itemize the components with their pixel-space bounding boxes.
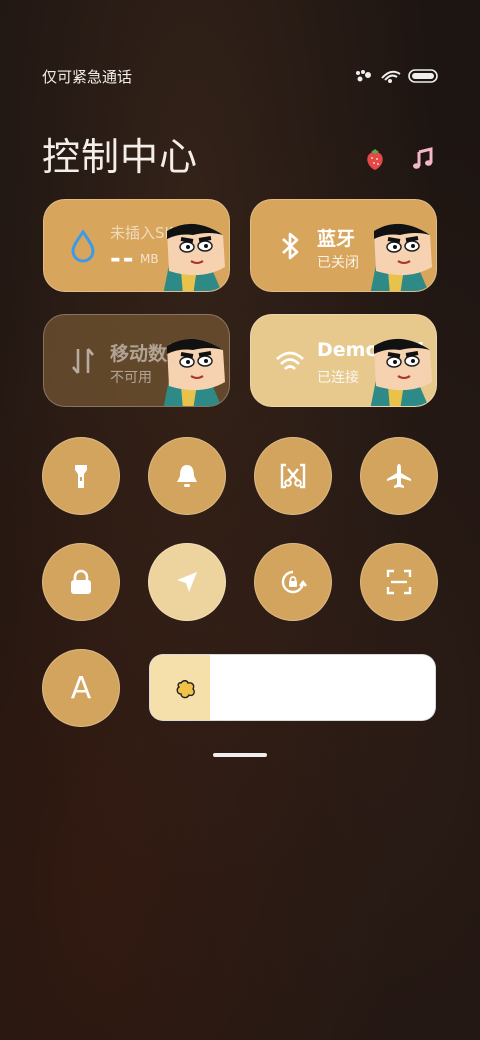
ring-mode-button[interactable]	[148, 437, 226, 515]
bluetooth-tile[interactable]: 蓝牙 已关闭	[250, 199, 437, 292]
lock-screen-button[interactable]	[42, 543, 120, 621]
mobile-data-tile[interactable]: 移动数据 不可用	[43, 314, 230, 407]
carrier-text: 仅可紧急通话	[42, 68, 133, 86]
wifi-sticker-icon	[381, 70, 401, 83]
rotation-lock-button[interactable]	[254, 543, 332, 621]
location-button[interactable]	[148, 543, 226, 621]
header-icons	[362, 146, 436, 172]
airplane-icon	[387, 464, 411, 488]
wifi-icon	[276, 351, 304, 370]
cartoon-character-sticker	[163, 223, 225, 291]
music-note-icon[interactable]	[410, 146, 436, 172]
mobile-data-status: 不可用	[110, 370, 152, 386]
data-transfer-icon	[72, 348, 94, 374]
paw-sticker-icon	[356, 70, 371, 82]
flashlight-icon	[75, 465, 87, 488]
status-bar: 仅可紧急通话	[42, 66, 438, 86]
rotation-lock-icon	[281, 570, 307, 594]
page-title: 控制中心	[42, 135, 199, 179]
cartoon-character-sticker	[163, 338, 225, 406]
brightness-slider[interactable]	[149, 654, 436, 721]
water-drop-icon	[71, 229, 95, 263]
font-letter-label: A	[70, 670, 92, 706]
airplane-mode-button[interactable]	[360, 437, 438, 515]
home-indicator[interactable]	[213, 753, 267, 757]
scan-icon	[386, 569, 412, 595]
lock-icon	[71, 569, 91, 594]
screenshot-icon	[280, 463, 306, 489]
bluetooth-status: 已关闭	[317, 255, 359, 271]
wifi-tile[interactable]: DemoMod 已连接	[250, 314, 437, 407]
data-usage-value: --	[110, 244, 136, 274]
bluetooth-label: 蓝牙	[317, 228, 356, 250]
flashlight-button[interactable]	[42, 437, 120, 515]
status-icons	[354, 68, 438, 84]
strawberry-icon[interactable]	[362, 146, 388, 172]
font-size-button[interactable]: A	[42, 649, 120, 727]
bell-icon	[177, 465, 197, 487]
cartoon-character-sticker	[370, 338, 432, 406]
bluetooth-icon	[282, 232, 299, 260]
battery-icon	[408, 69, 438, 83]
screenshot-button[interactable]	[254, 437, 332, 515]
wifi-status: 已连接	[317, 370, 359, 386]
cartoon-character-sticker	[370, 223, 432, 291]
scanner-button[interactable]	[360, 543, 438, 621]
mobile-data-usage-tile[interactable]: 未插入SIM卡 -- MB	[43, 199, 230, 292]
brightness-sticker-icon	[176, 680, 195, 699]
location-icon	[177, 572, 197, 592]
